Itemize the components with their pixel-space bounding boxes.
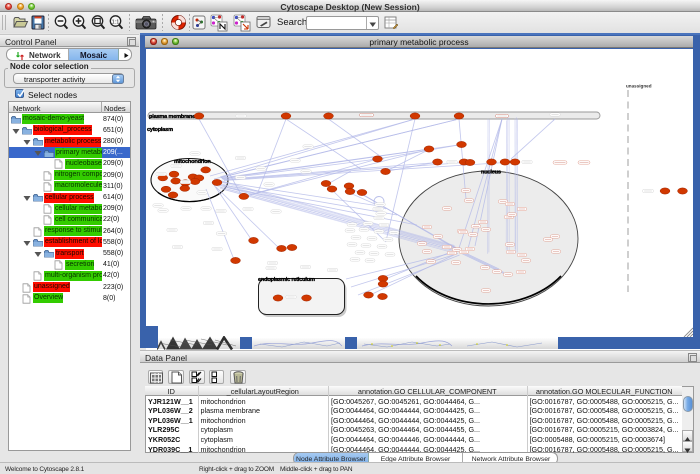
svg-text:nucleus: nucleus xyxy=(481,169,501,175)
svg-text:1:1: 1:1 xyxy=(111,19,119,25)
svg-text:unassigned: unassigned xyxy=(626,83,652,88)
svg-text:plasma membrane: plasma membrane xyxy=(149,114,195,120)
svg-text:cytoplasm: cytoplasm xyxy=(147,127,173,133)
svg-text:endoplasmic reticulum: endoplasmic reticulum xyxy=(258,277,315,283)
